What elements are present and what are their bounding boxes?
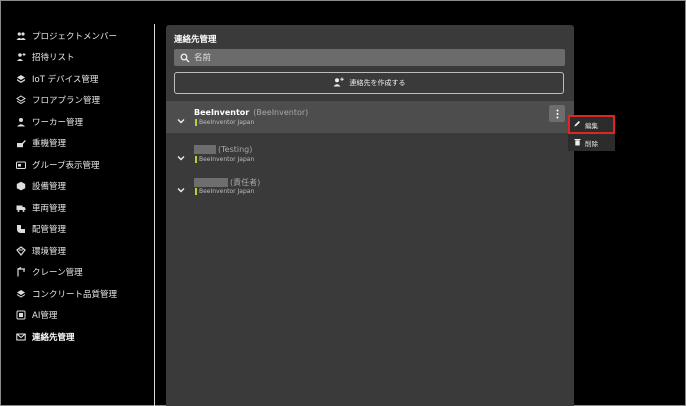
contact-row[interactable]: (責任者) BeeInventor Japan bbox=[166, 170, 574, 202]
search-icon bbox=[180, 53, 190, 63]
sidebar-item-contacts[interactable]: 連絡先管理 bbox=[16, 329, 75, 345]
contact-name: (責任者) bbox=[194, 177, 260, 188]
search-box bbox=[174, 49, 565, 66]
excavator-icon bbox=[16, 138, 26, 148]
sidebar-item-label: グループ表示管理 bbox=[32, 161, 100, 171]
pencil-icon bbox=[574, 120, 581, 129]
edit-menu-item[interactable]: 編集 bbox=[568, 115, 615, 134]
delete-menu-item[interactable]: 削除 bbox=[570, 135, 613, 150]
redacted-name bbox=[194, 145, 216, 154]
redacted-name bbox=[194, 178, 228, 187]
ai-icon bbox=[16, 310, 26, 320]
sidebar-item-label: AI管理 bbox=[32, 311, 58, 321]
environment-icon bbox=[16, 246, 26, 256]
cube-icon bbox=[16, 74, 26, 84]
sidebar-item-vehicles[interactable]: 車両管理 bbox=[16, 200, 66, 216]
contact-tag: BeeInventor Japan bbox=[195, 188, 254, 195]
person-add-icon bbox=[333, 77, 344, 89]
box-icon bbox=[16, 181, 26, 191]
sidebar-item-invitations[interactable]: 招待リスト bbox=[16, 49, 75, 65]
contact-row[interactable]: BeeInventor (BeeInventor) BeeInventor Jap… bbox=[166, 101, 574, 133]
sidebar-item-workers[interactable]: ワーカー管理 bbox=[16, 114, 83, 130]
sidebar-item-iot-devices[interactable]: IoT デバイス管理 bbox=[16, 71, 98, 87]
concrete-icon bbox=[16, 289, 26, 299]
crane-icon bbox=[16, 267, 26, 277]
sidebar-item-cranes[interactable]: クレーン管理 bbox=[16, 264, 83, 280]
sidebar-item-label: 招待リスト bbox=[32, 53, 75, 63]
sidebar-item-concrete-quality[interactable]: コンクリート品質管理 bbox=[16, 286, 117, 302]
sidebar-item-label: フロアプラン管理 bbox=[32, 96, 101, 106]
sidebar-item-label: 設備管理 bbox=[32, 182, 67, 192]
contact-name: BeeInventor (BeeInventor) bbox=[194, 108, 309, 117]
create-contact-button[interactable]: 連絡先を作成する bbox=[174, 72, 564, 94]
sidebar-item-label: 重機管理 bbox=[32, 139, 67, 149]
page-title: 連絡先管理 bbox=[174, 35, 217, 45]
mail-icon bbox=[16, 332, 26, 342]
sidebar-divider bbox=[154, 24, 155, 406]
sidebar-item-group-display[interactable]: グループ表示管理 bbox=[16, 157, 100, 173]
contact-context-menu: 編集 削除 bbox=[568, 115, 615, 151]
truck-icon bbox=[16, 203, 26, 213]
sidebar-item-environment[interactable]: 環境管理 bbox=[16, 243, 66, 259]
sidebar-item-label: コンクリート品質管理 bbox=[32, 290, 118, 300]
sidebar-item-label: 車両管理 bbox=[32, 204, 67, 214]
kebab-icon bbox=[556, 109, 558, 118]
sidebar-item-label: プロジェクトメンバー bbox=[32, 32, 118, 42]
sidebar-item-label: 環境管理 bbox=[32, 247, 67, 257]
chevron-down-icon[interactable] bbox=[176, 180, 186, 193]
sidebar-item-equipment[interactable]: 設備管理 bbox=[16, 178, 66, 194]
sidebar-item-label: ワーカー管理 bbox=[32, 118, 84, 128]
contact-tag: BeeInventor Japan bbox=[195, 119, 254, 126]
contact-row[interactable]: (Testing) BeeInventor Japan bbox=[166, 138, 574, 170]
sidebar-item-label: 配管管理 bbox=[32, 225, 67, 235]
person-add-icon bbox=[16, 52, 26, 62]
sidebar-item-label: IoT デバイス管理 bbox=[32, 75, 99, 85]
chevron-down-icon[interactable] bbox=[176, 111, 186, 124]
contacts-panel: 連絡先管理 連絡先を作成する BeeInventor(BeeInventor) … bbox=[166, 25, 574, 406]
pipe-icon bbox=[16, 224, 26, 234]
layers-icon bbox=[16, 95, 26, 105]
people-icon bbox=[16, 31, 26, 41]
contact-tag: BeeInventor Japan bbox=[195, 156, 254, 163]
create-contact-label: 連絡先を作成する bbox=[349, 79, 406, 87]
sidebar-item-ai[interactable]: AI管理 bbox=[16, 307, 57, 323]
contact-name: (Testing) bbox=[194, 145, 252, 154]
sidebar-item-floorplan[interactable]: フロアプラン管理 bbox=[16, 92, 100, 108]
sidebar-item-label: クレーン管理 bbox=[32, 268, 83, 278]
card-icon bbox=[16, 160, 26, 170]
sidebar-item-piping[interactable]: 配管管理 bbox=[16, 221, 66, 237]
person-icon bbox=[16, 117, 26, 127]
sidebar-item-label: 連絡先管理 bbox=[32, 333, 75, 343]
search-input[interactable] bbox=[194, 52, 534, 63]
sidebar-item-heavy-machinery[interactable]: 重機管理 bbox=[16, 135, 66, 151]
sidebar-item-project-members[interactable]: プロジェクトメンバー bbox=[16, 28, 117, 44]
more-options-button[interactable] bbox=[549, 105, 565, 122]
trash-icon bbox=[574, 138, 581, 148]
chevron-down-icon[interactable] bbox=[176, 148, 186, 161]
